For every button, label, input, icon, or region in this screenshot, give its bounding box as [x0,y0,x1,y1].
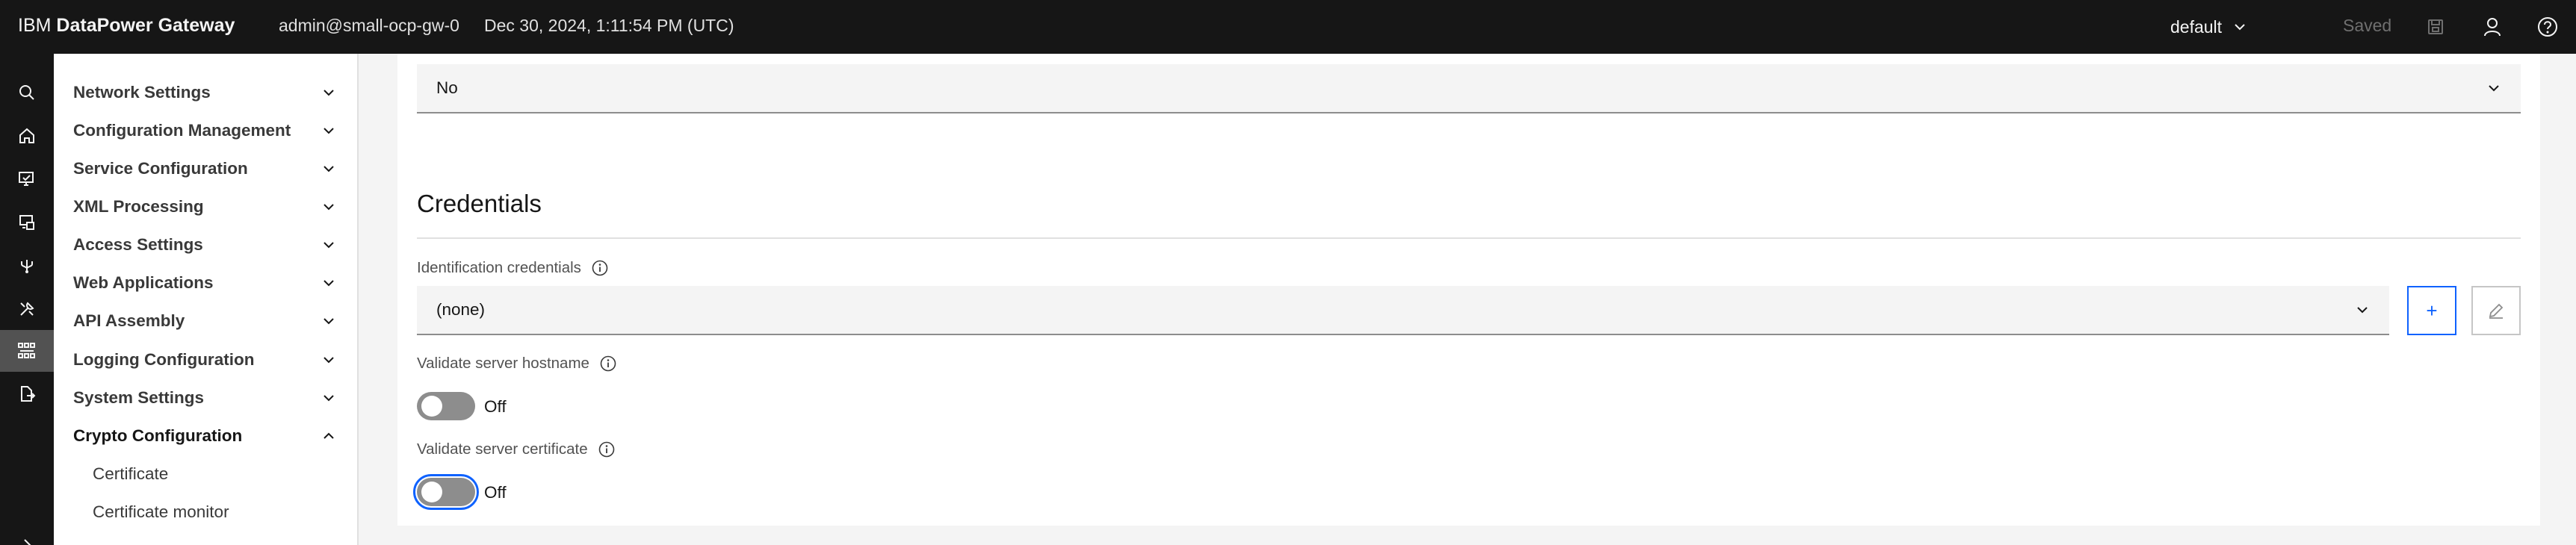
nav-item-label: Service Configuration [73,158,248,178]
monitor-icon[interactable] [0,158,54,199]
saved-status: Saved [2343,16,2392,35]
search-icon[interactable] [0,72,54,113]
plus-icon: + [2426,299,2438,322]
info-icon[interactable] [592,260,608,276]
expand-icon[interactable] [0,524,54,545]
nav-sub-certificate-monitor[interactable]: Certificate monitor [54,493,357,531]
label-text: Validate server hostname [417,355,589,372]
nav-access-settings[interactable]: Access Settings [54,225,357,264]
validate-server-hostname-toggle[interactable] [417,392,475,420]
validate-server-hostname-state: Off [484,397,507,416]
chevron-down-icon [323,165,334,172]
current-user: admin@small-ocp-gw-0 [279,16,459,35]
nav-web-applications[interactable]: Web Applications [54,264,357,302]
chevron-down-icon [2489,85,2499,92]
side-navigation: Network Settings Configuration Managemen… [54,54,359,545]
chevron-down-icon [323,203,334,210]
nav-item-label: Crypto Configuration [73,426,243,445]
top-select-value: No [436,78,458,97]
nav-api-assembly[interactable]: API Assembly [54,302,357,340]
edit-icon [2489,303,2504,319]
nav-logging-configuration[interactable]: Logging Configuration [54,340,357,379]
chevron-down-icon [323,241,334,248]
chevron-up-icon [323,432,334,439]
chevron-down-icon [323,89,334,96]
toggle-knob [421,482,442,502]
nav-item-label: API Assembly [73,311,185,330]
nav-item-label: System Settings [73,387,205,407]
label-text: Identification credentials [417,259,581,276]
devices-icon[interactable] [0,202,54,243]
chevron-down-icon [2357,307,2368,314]
tools-icon[interactable] [0,288,54,330]
nav-xml-processing[interactable]: XML Processing [54,187,357,225]
chevron-down-icon [2235,24,2245,31]
nav-crypto-configuration[interactable]: Crypto Configuration [54,417,357,455]
validate-server-certificate-label: Validate server certificate [417,440,615,458]
chevron-down-icon [323,127,334,134]
brand-name: DataPower Gateway [56,15,235,36]
nav-sub-label: Certificate [93,464,169,483]
nav-sub-label: Certificate monitor [93,502,229,521]
toggle-knob [421,396,442,417]
product-name[interactable]: IBM DataPower Gateway [18,0,235,54]
edit-credential-button[interactable] [2471,286,2521,335]
nav-item-label: Logging Configuration [73,349,255,369]
label-text: Validate server certificate [417,440,588,458]
top-select[interactable]: No [417,64,2521,113]
validate-server-certificate-state: Off [484,483,507,502]
services-icon[interactable] [0,330,54,372]
nav-item-label: XML Processing [73,196,204,216]
nav-system-settings[interactable]: System Settings [54,379,357,417]
file-export-icon[interactable] [0,373,54,415]
validate-server-certificate-toggle[interactable] [413,474,479,510]
home-icon[interactable] [0,115,54,157]
identification-credentials-label: Identification credentials [417,259,608,277]
nav-configuration-management[interactable]: Configuration Management [54,111,357,149]
nav-network-settings[interactable]: Network Settings [54,73,357,111]
nav-service-configuration[interactable]: Service Configuration [54,149,357,187]
top-header: IBM DataPower Gateway admin@small-ocp-gw… [0,0,2576,54]
chevron-down-icon [323,394,334,401]
validate-server-hostname-label: Validate server hostname [417,355,616,373]
nav-item-label: Web Applications [73,272,214,292]
flow-icon[interactable] [0,245,54,287]
identification-credentials-value: (none) [436,300,486,319]
domain-selector[interactable]: default [2170,0,2247,54]
chevron-down-icon [323,356,334,363]
info-icon[interactable] [600,355,616,372]
help-icon[interactable] [2531,10,2564,43]
current-datetime: Dec 30, 2024, 1:11:54 PM (UTC) [484,16,734,35]
save-icon[interactable] [2419,10,2452,43]
left-rail [0,54,54,545]
chevron-down-icon [323,279,334,286]
info-icon[interactable] [598,441,615,458]
nav-item-label: Configuration Management [73,120,291,140]
section-title-credentials: Credentials [417,190,542,217]
section-divider [417,237,2521,239]
identification-credentials-select[interactable]: (none) [417,286,2389,335]
brand-prefix: IBM [18,15,52,36]
user-icon[interactable] [2476,10,2509,43]
nav-item-label: Access Settings [73,234,203,254]
chevron-down-icon [323,317,334,324]
nav-item-label: Network Settings [73,82,211,102]
add-credential-button[interactable]: + [2407,286,2456,335]
nav-sub-certificate[interactable]: Certificate [54,455,357,493]
domain-value: default [2170,16,2223,37]
